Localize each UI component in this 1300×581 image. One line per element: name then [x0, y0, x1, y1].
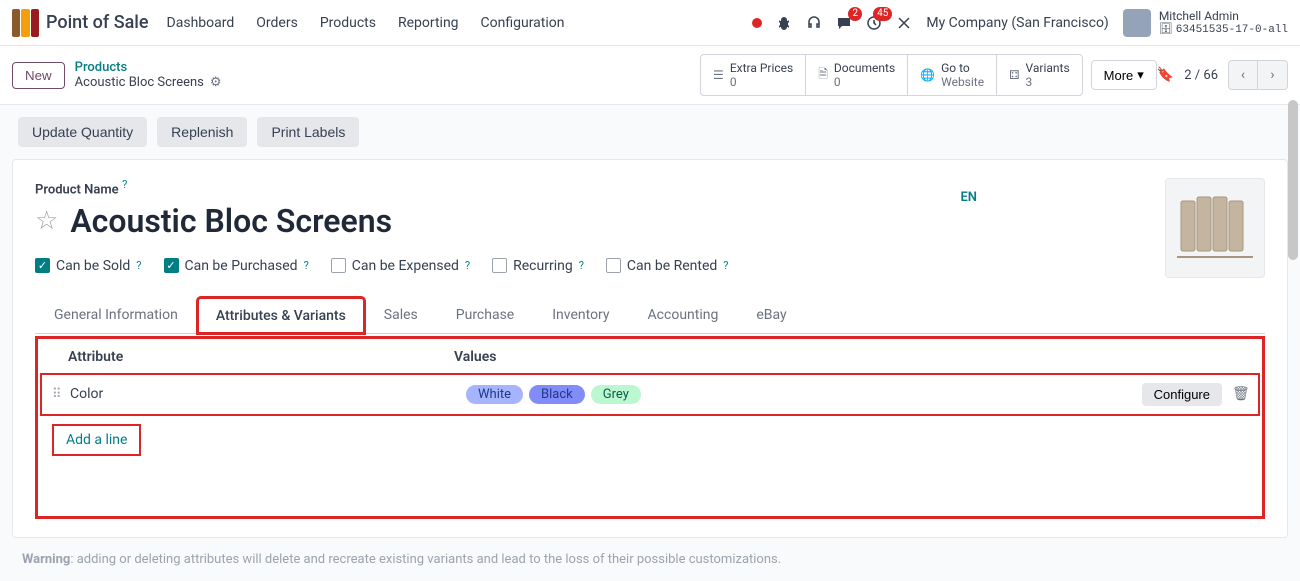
tab-ebay[interactable]: eBay: [737, 296, 805, 333]
tab-attributes[interactable]: Attributes & Variants: [197, 297, 365, 334]
messages-icon[interactable]: 2: [836, 15, 852, 31]
pager-prev[interactable]: ‹: [1228, 60, 1258, 90]
recurring-checkbox[interactable]: [492, 258, 507, 273]
database-icon: 🗄: [1159, 23, 1173, 37]
database-name: 63451535-17-0-all: [1176, 23, 1288, 37]
attributes-area: Attribute Values ⠿ Color White Black Gre…: [35, 336, 1265, 519]
headset-icon[interactable]: [806, 15, 822, 31]
stat-documents[interactable]: 🗎 Documents0: [806, 55, 908, 95]
breadcrumb-current: Acoustic Bloc Screens: [75, 75, 204, 90]
avatar: [1123, 9, 1151, 37]
scrollbar[interactable]: [1288, 100, 1298, 260]
help-icon[interactable]: ?: [465, 259, 470, 272]
pager-next[interactable]: ›: [1258, 60, 1288, 90]
list-icon: ☰: [713, 68, 724, 82]
can-be-purchased-checkbox[interactable]: ✓: [164, 258, 179, 273]
update-quantity-button[interactable]: Update Quantity: [18, 117, 147, 147]
configure-button[interactable]: Configure: [1142, 383, 1222, 406]
user-name: Mitchell Admin: [1159, 9, 1288, 23]
add-line-button[interactable]: Add a line: [66, 432, 127, 448]
help-icon[interactable]: ?: [122, 178, 127, 191]
can-be-rented-checkbox[interactable]: [606, 258, 621, 273]
nav-reporting[interactable]: Reporting: [398, 15, 459, 31]
replenish-button[interactable]: Replenish: [157, 117, 247, 147]
tab-purchase[interactable]: Purchase: [437, 296, 533, 333]
drag-handle-icon[interactable]: ⠿: [52, 387, 70, 402]
globe-icon: 🌐: [920, 68, 935, 82]
product-image[interactable]: [1165, 178, 1265, 278]
print-labels-button[interactable]: Print Labels: [257, 117, 359, 147]
product-name-label: Product Name: [35, 183, 119, 198]
top-nav: Point of Sale Dashboard Orders Products …: [0, 0, 1300, 46]
app-logo[interactable]: [12, 9, 40, 37]
product-title[interactable]: Acoustic Bloc Screens: [70, 202, 392, 240]
attribute-row[interactable]: ⠿ Color White Black Grey Configure 🗑: [42, 375, 1258, 414]
nav-menu: Dashboard Orders Products Reporting Conf…: [167, 15, 565, 31]
tabs: General Information Attributes & Variant…: [35, 296, 1265, 334]
tab-inventory[interactable]: Inventory: [533, 296, 628, 333]
more-button[interactable]: More▾: [1091, 60, 1157, 90]
col-values: Values: [454, 349, 1246, 365]
can-be-expensed-checkbox[interactable]: [331, 258, 346, 273]
bug-icon[interactable]: [776, 15, 792, 31]
tab-general[interactable]: General Information: [35, 296, 197, 333]
help-icon[interactable]: ?: [723, 259, 728, 272]
tab-sales[interactable]: Sales: [365, 296, 437, 333]
user-menu[interactable]: Mitchell Admin 🗄63451535-17-0-all: [1123, 9, 1288, 37]
form-sheet: Product Name ? ☆ Acoustic Bloc Screens E…: [12, 159, 1288, 538]
action-bar: Update Quantity Replenish Print Labels: [0, 105, 1300, 159]
nav-orders[interactable]: Orders: [256, 15, 298, 31]
activities-badge: 45: [873, 7, 892, 21]
breadcrumb-parent[interactable]: Products: [75, 60, 222, 75]
col-attribute: Attribute: [54, 349, 454, 365]
company-selector[interactable]: My Company (San Francisco): [926, 15, 1108, 31]
delete-icon[interactable]: 🗑: [1232, 386, 1248, 402]
stat-extra-prices[interactable]: ☰ Extra Prices0: [701, 55, 806, 95]
help-icon[interactable]: ?: [579, 259, 584, 272]
stat-variants[interactable]: ⚃ Variants3: [997, 55, 1082, 95]
topnav-right: 2 45 My Company (San Francisco) Mitchell…: [752, 9, 1288, 37]
pager-text[interactable]: 2 / 66: [1184, 68, 1218, 83]
favorite-star[interactable]: ☆: [35, 206, 58, 236]
value-pill-white[interactable]: White: [466, 385, 523, 404]
app-title: Point of Sale: [46, 12, 149, 33]
chevron-down-icon: ▾: [1137, 67, 1144, 83]
attribute-name[interactable]: Color: [70, 386, 466, 402]
help-icon[interactable]: ?: [136, 259, 141, 272]
can-be-sold-checkbox[interactable]: ✓: [35, 258, 50, 273]
gear-icon[interactable]: ⚙: [210, 75, 222, 90]
nav-products[interactable]: Products: [320, 15, 376, 31]
sitemap-icon: ⚃: [1009, 68, 1019, 82]
control-bar: New Products Acoustic Bloc Screens ⚙ ☰ E…: [0, 46, 1300, 105]
nav-dashboard[interactable]: Dashboard: [167, 15, 235, 31]
value-pill-grey[interactable]: Grey: [591, 385, 641, 404]
new-button[interactable]: New: [12, 62, 65, 89]
document-icon: 🗎: [818, 65, 828, 86]
nav-configuration[interactable]: Configuration: [481, 15, 565, 31]
activities-icon[interactable]: 45: [866, 15, 882, 31]
warning-text: Warning: adding or deleting attributes w…: [22, 552, 1278, 567]
breadcrumb: Products Acoustic Bloc Screens ⚙: [75, 60, 222, 90]
language-badge[interactable]: EN: [960, 190, 977, 205]
stat-website[interactable]: 🌐 Go toWebsite: [908, 55, 997, 95]
attribute-values[interactable]: White Black Grey: [466, 385, 1142, 404]
value-pill-black[interactable]: Black: [529, 385, 585, 404]
messages-badge: 2: [848, 7, 862, 21]
record-dot-icon[interactable]: [752, 18, 762, 28]
help-icon[interactable]: ?: [304, 259, 309, 272]
tools-icon[interactable]: [896, 15, 912, 31]
stat-buttons: ☰ Extra Prices0 🗎 Documents0 🌐 Go toWebs…: [700, 54, 1083, 96]
bookmark-icon[interactable]: 🔖: [1157, 67, 1174, 83]
tab-accounting[interactable]: Accounting: [629, 296, 738, 333]
